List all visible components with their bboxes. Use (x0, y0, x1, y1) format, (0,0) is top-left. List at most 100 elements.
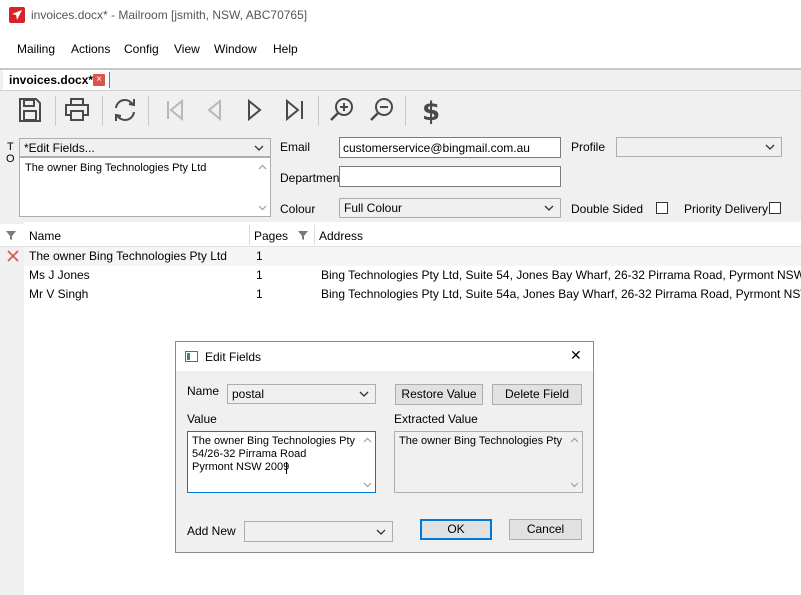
row-address: Bing Technologies Pty Ltd, Suite 54a, Jo… (321, 287, 801, 301)
row-name: Mr V Singh (29, 287, 89, 301)
add-new-dropdown[interactable] (244, 521, 393, 542)
dialog-title: Edit Fields (205, 350, 262, 364)
menu-window[interactable]: Window (214, 42, 257, 56)
delete-field-button[interactable]: Delete Field (492, 384, 582, 405)
remove-row-x-icon[interactable] (7, 250, 19, 262)
dialog-close-icon[interactable]: ✕ (570, 347, 582, 364)
name-label: Name (187, 384, 220, 398)
tab-label: invoices.docx* (9, 73, 94, 87)
save-icon[interactable] (15, 96, 45, 124)
text-cursor (286, 462, 287, 474)
zoom-out-icon[interactable] (367, 96, 397, 124)
department-label: Department (280, 171, 343, 185)
column-header-pages[interactable]: Pages (254, 229, 288, 243)
table-row[interactable]: The owner Bing Technologies Pty Ltd 1 (24, 247, 801, 266)
dialog-window-icon (185, 351, 198, 362)
colour-dropdown[interactable]: Full Colour (339, 198, 561, 218)
tab-divider (109, 72, 110, 88)
menu-help[interactable]: Help (273, 42, 298, 56)
svg-text:$: $ (422, 97, 440, 124)
first-page-icon (160, 96, 190, 124)
cancel-button[interactable]: Cancel (509, 519, 582, 540)
value-label: Value (187, 412, 217, 426)
scroll-up-icon[interactable] (363, 437, 372, 443)
document-tab-strip (0, 70, 801, 91)
email-label: Email (280, 140, 311, 154)
double-sided-label: Double Sided (571, 202, 644, 216)
profile-dropdown[interactable] (616, 137, 782, 157)
row-pages: 1 (256, 249, 263, 263)
menu-mailing[interactable]: Mailing (17, 42, 55, 56)
menu-view[interactable]: View (174, 42, 200, 56)
chevron-down-icon (359, 391, 369, 397)
tab-invoices[interactable]: invoices.docx* × (3, 70, 110, 90)
print-icon[interactable] (62, 96, 92, 124)
chevron-down-icon (765, 144, 775, 150)
zoom-in-icon[interactable] (327, 96, 357, 124)
priority-delivery-label: Priority Delivery (684, 202, 769, 216)
scroll-down-icon[interactable] (363, 482, 372, 488)
ok-button[interactable]: OK (420, 519, 492, 540)
menu-bar: Mailing Actions Config View Window Help (0, 38, 801, 60)
recipient-text: The owner Bing Technologies Pty Ltd (25, 162, 207, 174)
toolbar-divider (318, 96, 319, 126)
table-row[interactable]: Ms J Jones 1 Bing Technologies Pty Ltd, … (24, 266, 801, 285)
last-page-icon[interactable] (280, 96, 310, 124)
column-divider (314, 225, 315, 245)
row-name: The owner Bing Technologies Pty Ltd (29, 249, 227, 263)
refresh-icon[interactable] (110, 96, 140, 124)
value-line-2: 54/26-32 Pirrama Road (192, 448, 307, 460)
extracted-value-text: The owner Bing Technologies Pty (399, 435, 563, 447)
priority-delivery-checkbox[interactable] (769, 202, 781, 214)
colour-label: Colour (280, 202, 316, 216)
toolbar-divider (148, 96, 149, 126)
extracted-value-label: Extracted Value (394, 412, 478, 426)
column-header-name[interactable]: Name (29, 229, 61, 243)
column-header-address[interactable]: Address (319, 229, 363, 243)
profile-label: Profile (571, 140, 606, 154)
name-value: postal (232, 387, 265, 401)
recipients-grid-header (0, 224, 801, 247)
mailroom-app-icon (9, 7, 25, 23)
row-pages: 1 (256, 287, 263, 301)
chevron-down-icon (376, 529, 386, 535)
row-marker-column (0, 222, 24, 595)
chevron-down-icon (254, 145, 264, 151)
dollar-icon[interactable]: $ (415, 96, 445, 127)
title-bar: invoices.docx* - Mailroom [jsmith, NSW, … (0, 0, 801, 30)
email-value: customerservice@bingmail.com.au (343, 141, 530, 155)
double-sided-checkbox[interactable] (656, 202, 668, 214)
next-page-icon[interactable] (240, 96, 270, 124)
toolbar-divider (102, 96, 103, 126)
toolbar-divider (55, 96, 56, 126)
extracted-value-box: The owner Bing Technologies Pty (394, 431, 583, 493)
window-title: invoices.docx* - Mailroom [jsmith, NSW, … (31, 8, 308, 22)
department-field[interactable] (339, 166, 561, 187)
add-new-label: Add New (187, 524, 236, 538)
restore-value-button[interactable]: Restore Value (395, 384, 483, 405)
filter-icon[interactable] (5, 230, 17, 241)
dialog-title-bar: Edit Fields ✕ (176, 342, 593, 371)
name-dropdown[interactable]: postal (227, 384, 376, 404)
value-textarea[interactable]: The owner Bing Technologies Pty 54/26-32… (187, 431, 376, 493)
scroll-down-icon[interactable] (258, 205, 267, 211)
table-row[interactable]: Mr V Singh 1 Bing Technologies Pty Ltd, … (24, 285, 801, 304)
menu-actions[interactable]: Actions (71, 42, 110, 56)
edit-fields-dropdown[interactable]: *Edit Fields... (19, 138, 271, 157)
colour-value: Full Colour (344, 201, 403, 215)
edit-fields-value: *Edit Fields... (24, 141, 95, 155)
value-line-1: The owner Bing Technologies Pty (192, 435, 356, 447)
recipient-textbox[interactable]: The owner Bing Technologies Pty Ltd (19, 157, 271, 217)
scroll-up-icon[interactable] (258, 164, 267, 170)
tab-close-icon[interactable]: × (93, 74, 105, 86)
value-line-3: Pyrmont NSW 2009 (192, 461, 290, 473)
email-field[interactable]: customerservice@bingmail.com.au (339, 137, 561, 158)
scroll-up-icon[interactable] (570, 437, 579, 443)
row-address: Bing Technologies Pty Ltd, Suite 54, Jon… (321, 268, 801, 282)
previous-page-icon (200, 96, 230, 124)
filter-icon[interactable] (297, 230, 309, 241)
scroll-down-icon[interactable] (570, 482, 579, 488)
menu-config[interactable]: Config (124, 42, 159, 56)
column-divider (249, 225, 250, 245)
toolbar-divider (405, 96, 406, 126)
